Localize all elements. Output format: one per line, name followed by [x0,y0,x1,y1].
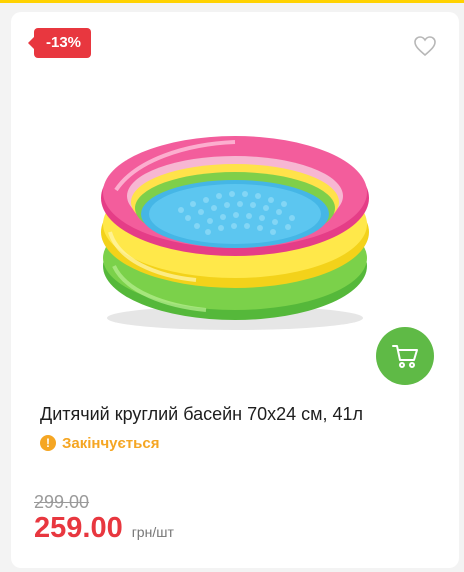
old-price: 299.00 [34,492,90,512]
stock-status-text: Закінчується [62,434,160,452]
discount-badge: -13% [27,28,92,58]
favorite-button[interactable] [412,34,438,58]
exclamation-circle-icon: ! [40,435,56,451]
product-title[interactable]: Дитячий круглий басейн 70х24 см, 41л [40,402,440,426]
price-unit: грн/шт [131,524,174,540]
product-image[interactable] [96,120,374,336]
cart-icon [392,345,418,368]
top-accent-strip [0,0,464,6]
add-to-cart-button[interactable] [376,327,434,385]
price-row: 259.00 грн/шт [34,512,174,545]
stock-status: ! Закінчується [40,433,159,453]
current-price: 259.00 [34,512,123,544]
heart-outline-icon [414,36,436,57]
